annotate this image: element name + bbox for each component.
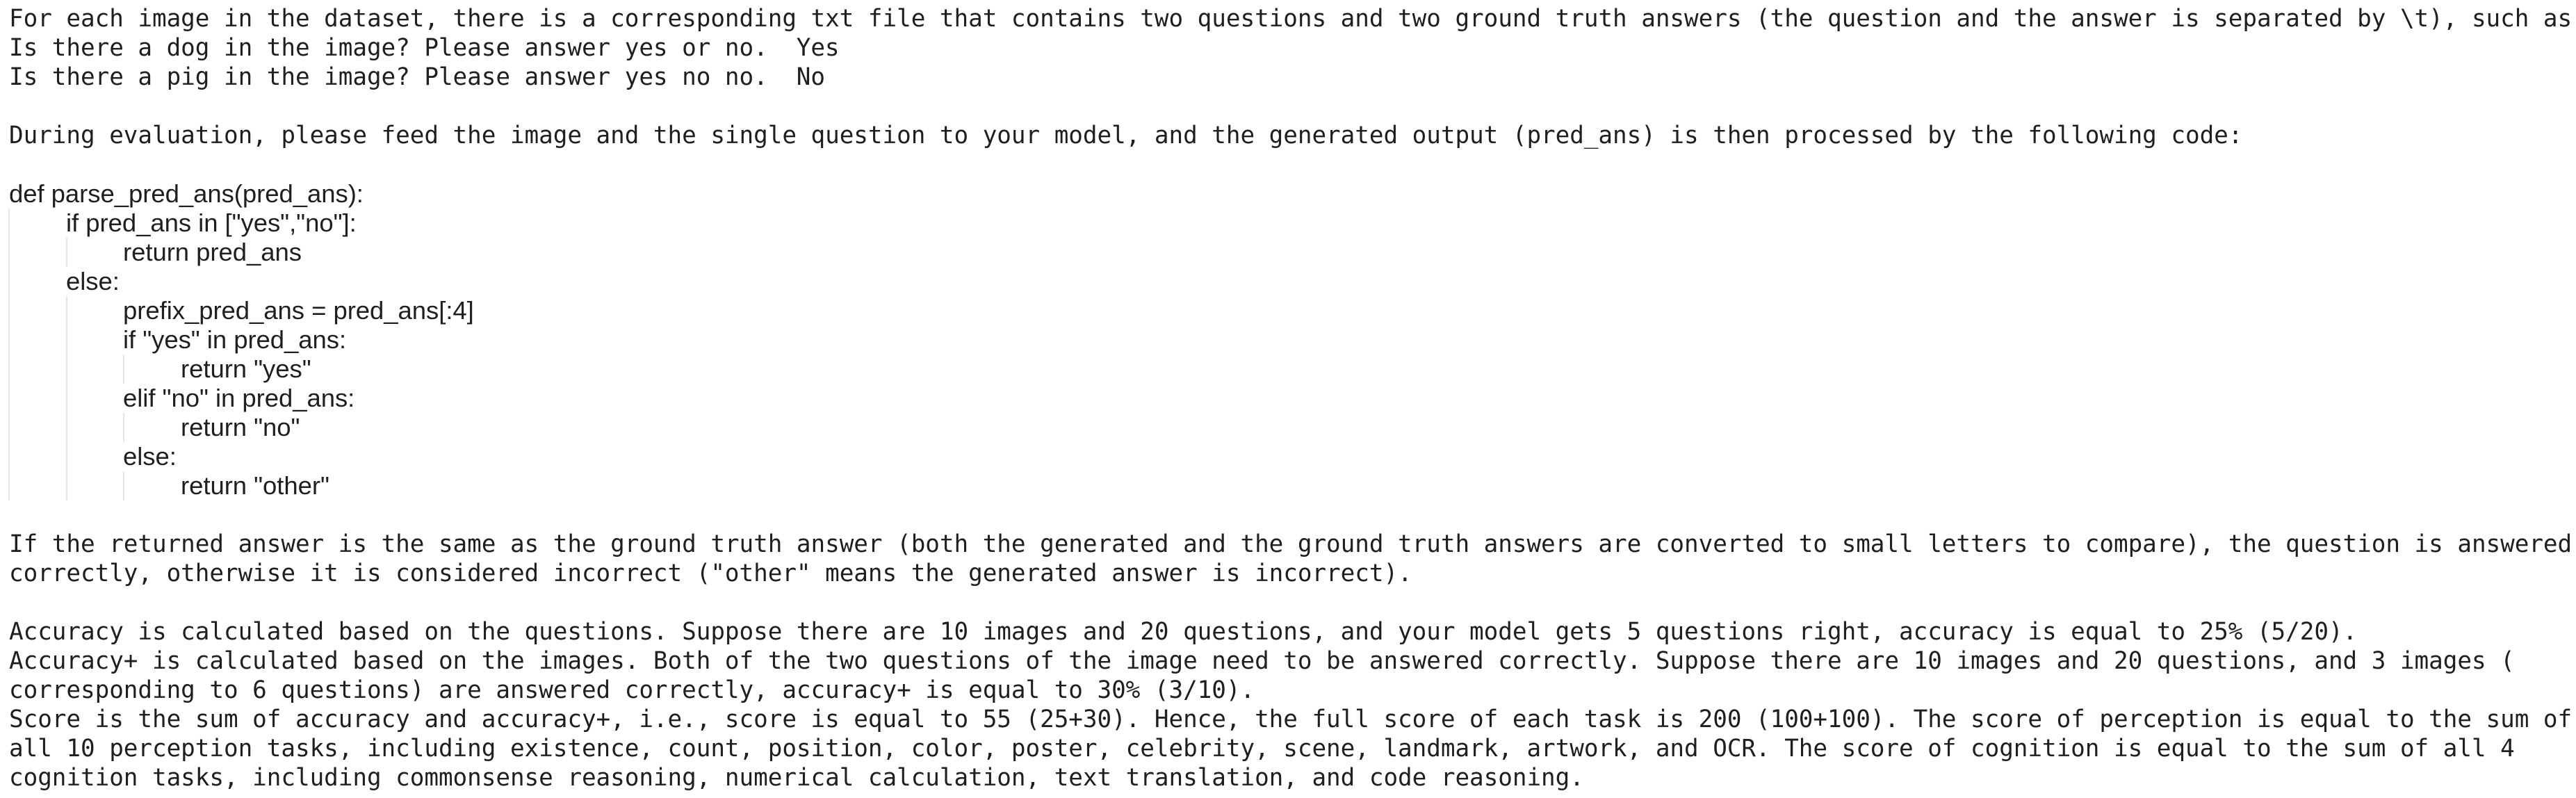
code-line: def parse_pred_ans(pred_ans): (9, 179, 364, 208)
code-line: prefix_pred_ans = pred_ans[:4] (123, 296, 474, 325)
score-line: cognition tasks, including commonsense r… (9, 764, 1584, 792)
code-line: else: (123, 442, 177, 471)
example-line-2: Is there a pig in the image? Please answ… (9, 63, 825, 92)
code-line: else: (66, 267, 120, 295)
code-line: return "other" (181, 471, 329, 500)
indent-guide (123, 355, 124, 384)
code-line: if "yes" in pred_ans: (123, 325, 347, 354)
correctness-line: correctly, otherwise it is considered in… (9, 560, 1412, 587)
example-2-answer: No (796, 63, 825, 91)
code-line: return "no" (181, 413, 300, 441)
example-2-question: Is there a pig in the image? Please answ… (9, 63, 768, 91)
indent-guide (8, 209, 10, 500)
correctness-line: If the returned answer is the same as th… (9, 530, 2573, 558)
code-line: elif "no" in pred_ans: (123, 384, 355, 412)
code-line: return "yes" (181, 355, 311, 383)
score-line: all 10 perception tasks, including exist… (9, 735, 2515, 763)
example-1-answer: Yes (796, 34, 840, 62)
indent-guide (123, 471, 124, 500)
indent-guide (123, 413, 124, 442)
document-text: For each image in the dataset, there is … (0, 0, 2576, 798)
accuracy-line: Accuracy is calculated based on the ques… (9, 618, 2358, 646)
intro-line: For each image in the dataset, there is … (9, 5, 2576, 33)
accuracy-plus-line: Accuracy+ is calculated based on the ima… (9, 647, 2515, 675)
indent-guide (66, 296, 67, 500)
accuracy-plus-line: corresponding to 6 questions) are answer… (9, 676, 1255, 704)
score-line: Score is the sum of accuracy and accurac… (9, 706, 2573, 733)
example-line-1: Is there a dog in the image? Please answ… (9, 33, 840, 63)
indent-guide (66, 238, 67, 267)
code-line: return pred_ans (123, 238, 302, 266)
example-1-question: Is there a dog in the image? Please answ… (9, 34, 768, 62)
code-line: if pred_ans in ["yes","no"]: (66, 209, 357, 237)
evaluation-line: During evaluation, please feed the image… (9, 122, 2243, 149)
